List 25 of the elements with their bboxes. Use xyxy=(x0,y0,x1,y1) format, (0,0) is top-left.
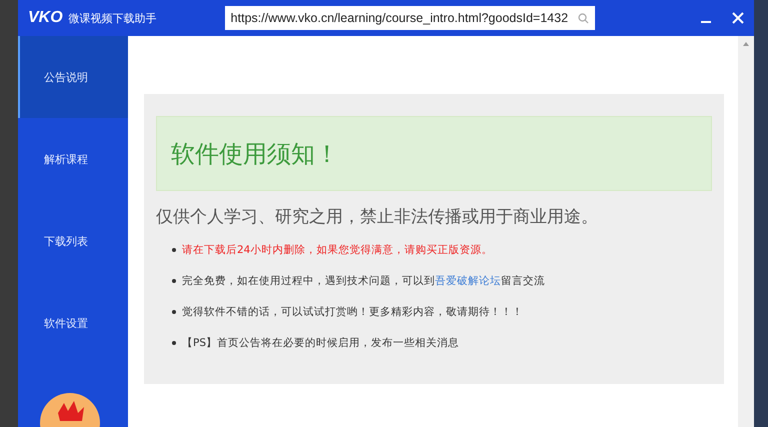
bullet-icon xyxy=(172,278,176,282)
sidebar-item[interactable]: 软件设置 xyxy=(18,282,128,364)
forum-link[interactable]: 吾爱破解论坛 xyxy=(435,274,501,286)
notice-heading: 软件使用须知！ xyxy=(171,138,339,170)
app-logo: VKO xyxy=(28,9,63,27)
close-icon xyxy=(732,12,744,24)
address-field[interactable]: https://www.vko.cn/learning/course_intro.html?goodsId=1432 xyxy=(224,6,595,30)
sidebar-item[interactable]: 下载列表 xyxy=(18,200,128,282)
minimize-icon xyxy=(701,21,711,23)
bullet-icon xyxy=(172,340,176,344)
close-button[interactable] xyxy=(730,10,746,26)
search-icon[interactable] xyxy=(578,12,589,24)
scrollbar[interactable] xyxy=(738,36,754,427)
window-title: 微课视频下载助手 xyxy=(68,10,157,26)
bullet-icon xyxy=(172,310,176,314)
notice-item: 【PS】首页公告将在必要的时候启用，发布一些相关消息 xyxy=(182,336,459,350)
sidebar-item[interactable]: 解析课程 xyxy=(18,118,128,200)
notice-item: 完全免费，如在使用过程中，遇到技术问题，可以到吾爱破解论坛留言交流 xyxy=(182,274,545,288)
sidebar-item[interactable]: 公告说明 xyxy=(18,36,128,118)
scroll-up-icon[interactable] xyxy=(743,42,749,46)
notice-item: 觉得软件不错的话，可以试试打赏哟！更多精彩内容，敬请期待！！！ xyxy=(182,304,523,318)
badge-drawing xyxy=(38,391,102,427)
notice-item: 请在下载后24小时内删除，如果您觉得满意，请购买正版资源。 xyxy=(182,242,492,256)
notice-subtitle: 仅供个人学习、研究之用，禁止非法传播或用于商业用途。 xyxy=(156,206,599,228)
bullet-icon xyxy=(172,248,176,252)
